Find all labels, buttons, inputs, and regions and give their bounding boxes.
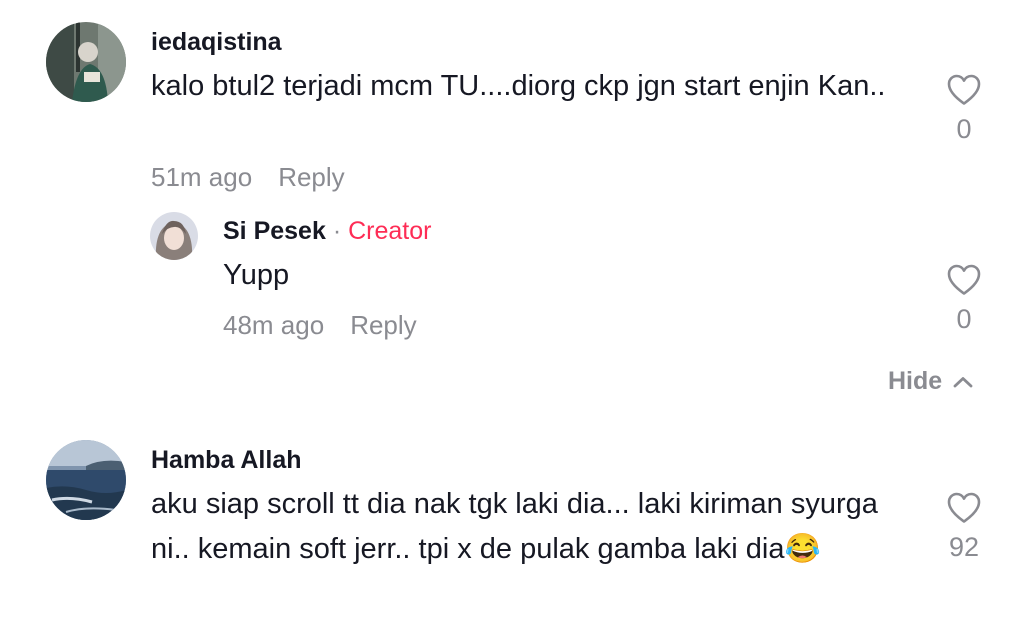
comment-text: kalo btul2 terjadi mcm TU....diorg ckp j… bbox=[151, 70, 886, 102]
heart-outline-icon[interactable] bbox=[946, 491, 982, 524]
avatar[interactable] bbox=[150, 212, 198, 260]
avatar-image bbox=[150, 212, 198, 260]
comment-meta: 51m ago Reply bbox=[151, 162, 345, 193]
reply-meta: 48m ago Reply bbox=[223, 310, 417, 341]
reply-timestamp: 48m ago bbox=[223, 310, 325, 340]
username-separator: · bbox=[332, 217, 342, 245]
avatar-image bbox=[46, 440, 126, 520]
chevron-up-icon bbox=[953, 377, 973, 388]
reply-username-line: Si Pesek · Creator bbox=[223, 217, 431, 246]
comment-text: aku siap scroll tt dia nak tgk laki dia.… bbox=[151, 488, 878, 565]
comment-timestamp: 51m ago bbox=[151, 162, 253, 192]
like-control: 0 bbox=[934, 73, 994, 145]
hide-replies-button[interactable]: Hide bbox=[888, 367, 974, 396]
comment-username[interactable]: iedaqistina bbox=[151, 28, 282, 57]
comment-username[interactable]: Hamba Allah bbox=[151, 446, 302, 475]
avatar[interactable] bbox=[46, 22, 126, 102]
avatar[interactable] bbox=[46, 440, 126, 520]
like-count: 92 bbox=[948, 532, 980, 562]
creator-badge: Creator bbox=[348, 217, 432, 245]
reply-button[interactable]: Reply bbox=[350, 310, 416, 341]
hide-replies-label: Hide bbox=[888, 367, 943, 395]
reply-button[interactable]: Reply bbox=[278, 162, 344, 193]
like-control: 92 bbox=[934, 491, 994, 563]
heart-outline-icon[interactable] bbox=[946, 263, 982, 296]
like-count: 0 bbox=[956, 114, 972, 144]
reply-text: Yupp bbox=[223, 259, 290, 291]
like-control: 0 bbox=[934, 263, 994, 335]
like-count: 0 bbox=[956, 304, 972, 334]
avatar-image bbox=[46, 22, 126, 102]
reply-username[interactable]: Si Pesek bbox=[223, 217, 326, 245]
heart-outline-icon[interactable] bbox=[946, 73, 982, 106]
